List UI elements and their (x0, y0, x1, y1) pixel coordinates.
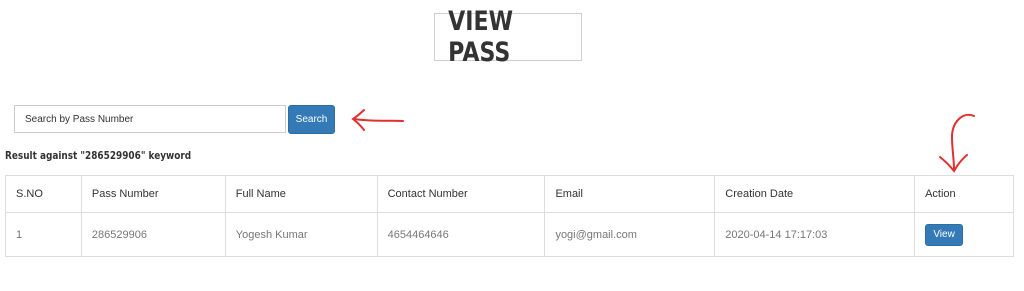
header-action: Action (914, 175, 1014, 213)
cell-creation-date: 2020-04-14 17:17:03 (714, 212, 916, 257)
arrow-left-icon (351, 109, 404, 131)
header-pass-number: Pass Number (80, 175, 226, 213)
table-header-row: S.NO Pass Number Full Name Contact Numbe… (5, 175, 1014, 213)
cell-pass-number: 286529906 (80, 212, 226, 257)
result-message: Result against "286529906" keyword (5, 149, 192, 162)
search-input[interactable] (14, 105, 286, 133)
page-title: VIEW PASS (448, 6, 514, 68)
header-full-name: Full Name (224, 175, 378, 213)
header-sno: S.NO (5, 175, 82, 213)
cell-contact-number: 4654464646 (376, 212, 546, 257)
header-contact-number: Contact Number (376, 175, 546, 213)
header-email: Email (544, 175, 716, 213)
header-creation-date: Creation Date (714, 175, 916, 213)
passes-table: S.NO Pass Number Full Name Contact Numbe… (5, 175, 1014, 257)
cell-full-name: Yogesh Kumar (224, 212, 378, 257)
table-row: 1 286529906 Yogesh Kumar 4654464646 yogi… (5, 212, 1014, 257)
view-button[interactable]: View (925, 223, 964, 246)
page-title-box: VIEW PASS (434, 6, 582, 68)
cell-sno: 1 (5, 212, 82, 257)
cell-email: yogi@gmail.com (544, 212, 716, 257)
cell-action: View (914, 212, 1014, 257)
search-button[interactable]: Search (288, 105, 335, 134)
arrow-down-icon (939, 113, 975, 173)
